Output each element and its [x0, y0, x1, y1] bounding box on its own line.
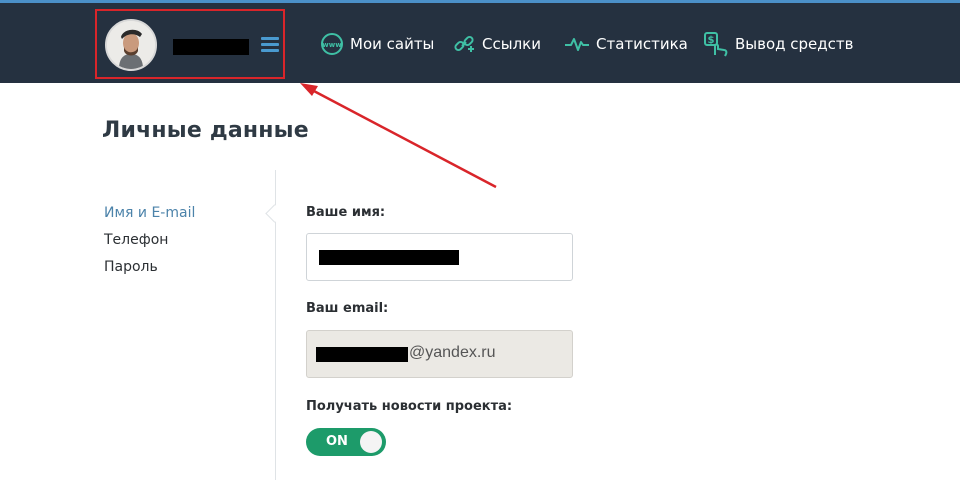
nav-my-sites[interactable]: www Мои сайты — [320, 31, 434, 57]
nav-links-label: Ссылки — [482, 35, 541, 53]
money-hand-icon: $ — [703, 31, 729, 57]
sidebar-item-phone[interactable]: Телефон — [104, 232, 168, 248]
toggle-knob — [360, 431, 382, 453]
hamburger-icon[interactable] — [261, 37, 279, 53]
svg-text:www: www — [322, 41, 342, 49]
nav-payout[interactable]: $ Вывод средств — [703, 31, 853, 57]
active-section-pointer — [265, 204, 284, 223]
www-icon: www — [320, 32, 344, 56]
link-plus-icon — [452, 32, 476, 56]
nav-payout-label: Вывод средств — [735, 35, 854, 53]
name-field[interactable] — [306, 233, 573, 281]
email-label: Ваш email: — [306, 301, 389, 316]
name-label: Ваше имя: — [306, 205, 386, 220]
page-title: Личные данные — [102, 118, 309, 143]
svg-text:$: $ — [708, 35, 715, 46]
name-value-redacted — [319, 250, 459, 265]
username-redacted — [173, 39, 249, 55]
nav-statistics[interactable]: Статистика — [564, 31, 688, 57]
nav-links[interactable]: Ссылки — [452, 31, 541, 57]
sidebar-item-password[interactable]: Пароль — [104, 259, 158, 275]
email-local-redacted — [316, 347, 408, 362]
avatar[interactable] — [105, 19, 157, 71]
nav-statistics-label: Статистика — [596, 35, 688, 53]
news-toggle[interactable]: ON — [306, 428, 386, 456]
news-label: Получать новости проекта: — [306, 399, 513, 414]
top-navigation-bar: www Мои сайты Ссылки Статистика $ Вывод … — [0, 0, 960, 83]
news-toggle-label: ON — [326, 434, 348, 449]
nav-my-sites-label: Мои сайты — [350, 35, 435, 53]
user-block-highlight — [95, 9, 285, 79]
email-domain: @yandex.ru — [409, 344, 496, 361]
sidebar-item-name-email[interactable]: Имя и E-mail — [104, 205, 195, 221]
pulse-icon — [564, 32, 590, 56]
email-field: @yandex.ru — [306, 330, 573, 378]
user-avatar-photo-icon — [107, 21, 155, 69]
